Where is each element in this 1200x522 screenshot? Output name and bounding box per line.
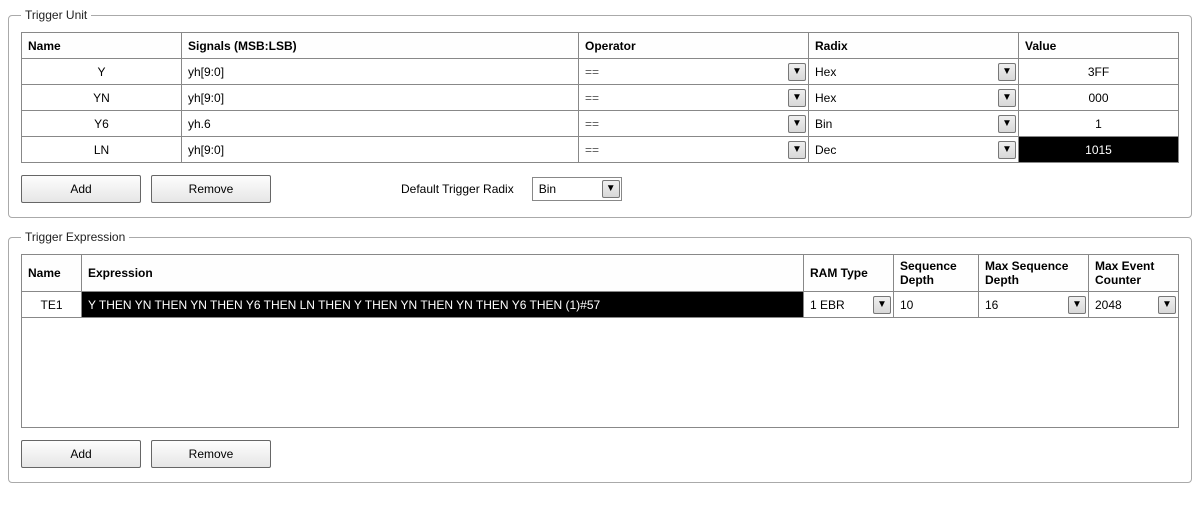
ram-type-value: 1 EBR (810, 298, 845, 312)
trigger-unit-table: Name Signals (MSB:LSB) Operator Radix Va… (21, 32, 1179, 163)
col-value: Value (1019, 33, 1179, 59)
remove-button[interactable]: Remove (151, 175, 271, 203)
trigger-expression-empty-area (21, 318, 1179, 428)
signals-cell[interactable]: yh[9:0] (182, 85, 579, 111)
chevron-down-icon[interactable]: ▼ (602, 180, 620, 198)
default-trigger-radix-select[interactable]: Bin ▼ (532, 177, 622, 201)
max-seq-depth-cell[interactable]: 16 ▼ (979, 292, 1089, 318)
operator-value: == (585, 143, 599, 157)
table-row: TE1 Y THEN YN THEN YN THEN Y6 THEN LN TH… (22, 292, 1179, 318)
add-button[interactable]: Add (21, 440, 141, 468)
radix-value: Bin (815, 117, 832, 131)
signals-cell[interactable]: yh.6 (182, 111, 579, 137)
col-signals: Signals (MSB:LSB) (182, 33, 579, 59)
table-row: LN yh[9:0] == ▼ Dec ▼ 1015 (22, 137, 1179, 163)
trigger-expression-group: Trigger Expression Name Expression RAM T… (8, 230, 1192, 483)
max-seq-depth-value: 16 (985, 298, 998, 312)
value-cell[interactable]: 3FF (1019, 59, 1179, 85)
trigger-unit-group: Trigger Unit Name Signals (MSB:LSB) Oper… (8, 8, 1192, 218)
remove-button[interactable]: Remove (151, 440, 271, 468)
trigger-expression-table: Name Expression RAM Type Sequence Depth … (21, 254, 1179, 318)
value-cell[interactable]: 1 (1019, 111, 1179, 137)
col-radix: Radix (809, 33, 1019, 59)
col-operator: Operator (579, 33, 809, 59)
max-event-counter-cell[interactable]: 2048 ▼ (1089, 292, 1179, 318)
trigger-expression-legend: Trigger Expression (21, 230, 129, 244)
signals-cell[interactable]: yh[9:0] (182, 137, 579, 163)
radix-value: Hex (815, 91, 836, 105)
chevron-down-icon[interactable]: ▼ (1158, 296, 1176, 314)
name-cell[interactable]: Y (22, 59, 182, 85)
chevron-down-icon[interactable]: ▼ (998, 89, 1016, 107)
col-name: Name (22, 33, 182, 59)
max-event-counter-value: 2048 (1095, 298, 1122, 312)
operator-cell[interactable]: == ▼ (579, 59, 809, 85)
chevron-down-icon[interactable]: ▼ (1068, 296, 1086, 314)
value-cell[interactable]: 1015 (1019, 137, 1179, 163)
trigger-expression-toolbar: Add Remove (21, 440, 1179, 468)
default-trigger-radix-label: Default Trigger Radix (401, 182, 514, 196)
chevron-down-icon[interactable]: ▼ (788, 141, 806, 159)
operator-cell[interactable]: == ▼ (579, 137, 809, 163)
chevron-down-icon[interactable]: ▼ (998, 115, 1016, 133)
default-trigger-radix-value: Bin (539, 182, 556, 196)
col-max-event-counter: Max Event Counter (1089, 255, 1179, 292)
add-button[interactable]: Add (21, 175, 141, 203)
radix-cell[interactable]: Hex ▼ (809, 85, 1019, 111)
name-cell[interactable]: Y6 (22, 111, 182, 137)
trigger-unit-legend: Trigger Unit (21, 8, 91, 22)
ram-type-cell[interactable]: 1 EBR ▼ (804, 292, 894, 318)
col-max-seq-depth: Max Sequence Depth (979, 255, 1089, 292)
chevron-down-icon[interactable]: ▼ (788, 89, 806, 107)
table-row: Y yh[9:0] == ▼ Hex ▼ 3FF (22, 59, 1179, 85)
value-cell[interactable]: 000 (1019, 85, 1179, 111)
chevron-down-icon[interactable]: ▼ (788, 115, 806, 133)
table-header-row: Name Expression RAM Type Sequence Depth … (22, 255, 1179, 292)
operator-cell[interactable]: == ▼ (579, 111, 809, 137)
chevron-down-icon[interactable]: ▼ (998, 63, 1016, 81)
name-cell[interactable]: TE1 (22, 292, 82, 318)
table-row: YN yh[9:0] == ▼ Hex ▼ 000 (22, 85, 1179, 111)
table-row: Y6 yh.6 == ▼ Bin ▼ 1 (22, 111, 1179, 137)
radix-value: Dec (815, 143, 836, 157)
operator-cell[interactable]: == ▼ (579, 85, 809, 111)
name-cell[interactable]: YN (22, 85, 182, 111)
operator-value: == (585, 117, 599, 131)
chevron-down-icon[interactable]: ▼ (998, 141, 1016, 159)
radix-value: Hex (815, 65, 836, 79)
operator-value: == (585, 65, 599, 79)
expression-cell[interactable]: Y THEN YN THEN YN THEN Y6 THEN LN THEN Y… (82, 292, 804, 318)
col-expression: Expression (82, 255, 804, 292)
table-header-row: Name Signals (MSB:LSB) Operator Radix Va… (22, 33, 1179, 59)
col-ram-type: RAM Type (804, 255, 894, 292)
radix-cell[interactable]: Bin ▼ (809, 111, 1019, 137)
trigger-unit-toolbar: Add Remove Default Trigger Radix Bin ▼ (21, 175, 1179, 203)
radix-cell[interactable]: Dec ▼ (809, 137, 1019, 163)
name-cell[interactable]: LN (22, 137, 182, 163)
col-seq-depth: Sequence Depth (894, 255, 979, 292)
chevron-down-icon[interactable]: ▼ (873, 296, 891, 314)
radix-cell[interactable]: Hex ▼ (809, 59, 1019, 85)
signals-cell[interactable]: yh[9:0] (182, 59, 579, 85)
col-name: Name (22, 255, 82, 292)
chevron-down-icon[interactable]: ▼ (788, 63, 806, 81)
operator-value: == (585, 91, 599, 105)
seq-depth-cell[interactable]: 10 (894, 292, 979, 318)
